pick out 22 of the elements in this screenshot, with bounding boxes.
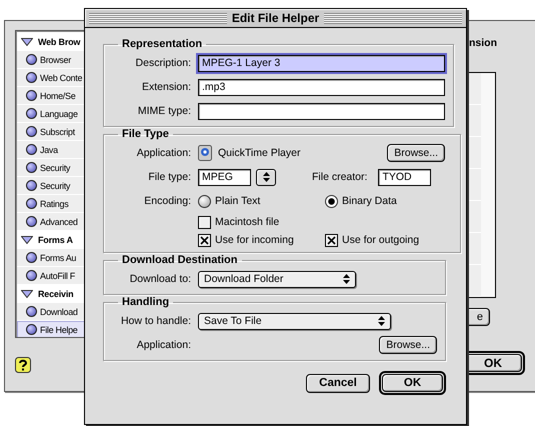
field-label: MIME type: (136, 105, 191, 117)
field-label: How to handle: (120, 315, 191, 327)
group-title: Representation (121, 38, 204, 51)
group-title: Download Destination (121, 254, 238, 267)
window-title: Edit File Helper (232, 11, 320, 25)
group-title: Handling (121, 296, 170, 309)
field-label: File creator: (312, 171, 368, 183)
field-label: Application: (136, 147, 191, 159)
field-label: File type: (147, 171, 191, 183)
checkbox-label: Use for incoming (215, 234, 294, 246)
radio-label: Binary Data (342, 195, 397, 207)
field-label: Download to: (128, 273, 191, 285)
field-label: Encoding: (143, 195, 191, 207)
checkbox-label: Macintosh file (215, 216, 280, 228)
field-label: Application: (136, 339, 191, 351)
column-header: nsion (469, 36, 497, 51)
checkbox-label: Use for outgoing (342, 234, 420, 246)
field-label: Extension: (140, 81, 191, 93)
field-label: Description: (134, 57, 191, 69)
application-name: QuickTime Player (218, 147, 300, 159)
group-title: File Type (121, 128, 170, 141)
radio-label: Plain Text (215, 195, 260, 207)
